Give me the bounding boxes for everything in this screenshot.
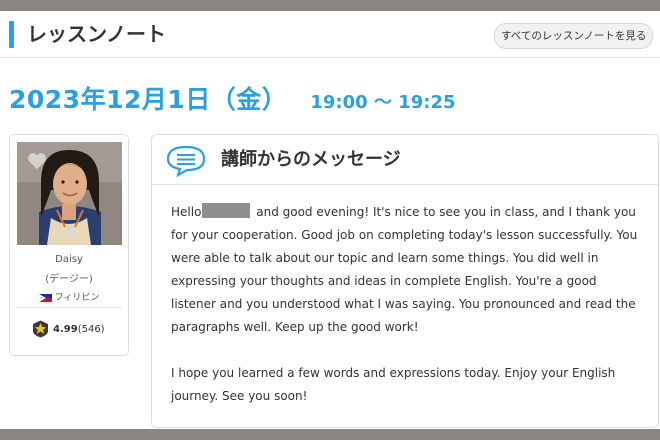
tutor-card[interactable]: Daisy (デージー) フィリピン 4.99(546) — [9, 134, 129, 356]
redacted-name — [202, 203, 251, 218]
heart-icon[interactable] — [27, 152, 47, 170]
bottom-frame-bar — [0, 429, 660, 440]
lesson-time: 19:00 〜 19:25 — [310, 92, 456, 113]
speech-bubble-icon — [166, 145, 206, 177]
card-divider — [16, 307, 122, 308]
message-paragraph-2: I hope you learned a few words and expre… — [171, 366, 616, 403]
philippines-flag-icon — [38, 293, 52, 302]
message-greeting: Hello — [171, 205, 202, 219]
message-paragraph-1-text: and good evening! It's nice to see you i… — [171, 205, 638, 334]
message-title: 講師からのメッセージ — [221, 149, 401, 170]
tutor-message-card: 講師からのメッセージ Hello and good evening! It's … — [151, 134, 659, 428]
header-accent-bar — [9, 21, 14, 48]
tutor-name-kana: (デージー) — [45, 274, 93, 285]
rating-score: 4.99 — [53, 324, 78, 335]
view-all-notes-button[interactable]: すべてのレッスンノートを見る — [494, 23, 654, 49]
tutor-photo[interactable] — [17, 142, 122, 245]
lesson-date: 2023年12月1日（金） — [9, 85, 288, 114]
tutor-name[interactable]: Daisy — [10, 254, 128, 265]
tutor-rating: 4.99(546) — [32, 320, 105, 338]
message-body: Hello and good evening! It's nice to see… — [171, 201, 641, 408]
page-title: レッスンノート — [27, 22, 166, 46]
review-count: (546) — [77, 324, 105, 335]
top-frame-bar — [0, 0, 660, 11]
message-paragraph-1: Hello and good evening! It's nice to see… — [171, 201, 641, 339]
tutor-country: フィリピン — [10, 290, 128, 303]
page-header: レッスンノート すべてのレッスンノートを見る — [0, 11, 660, 58]
star-badge-icon — [33, 320, 48, 338]
lesson-datetime: 2023年12月1日（金） 19:00 〜 19:25 — [9, 80, 456, 116]
message-header: 講師からのメッセージ — [152, 135, 658, 185]
tutor-country-label: フィリピン — [54, 293, 100, 303]
